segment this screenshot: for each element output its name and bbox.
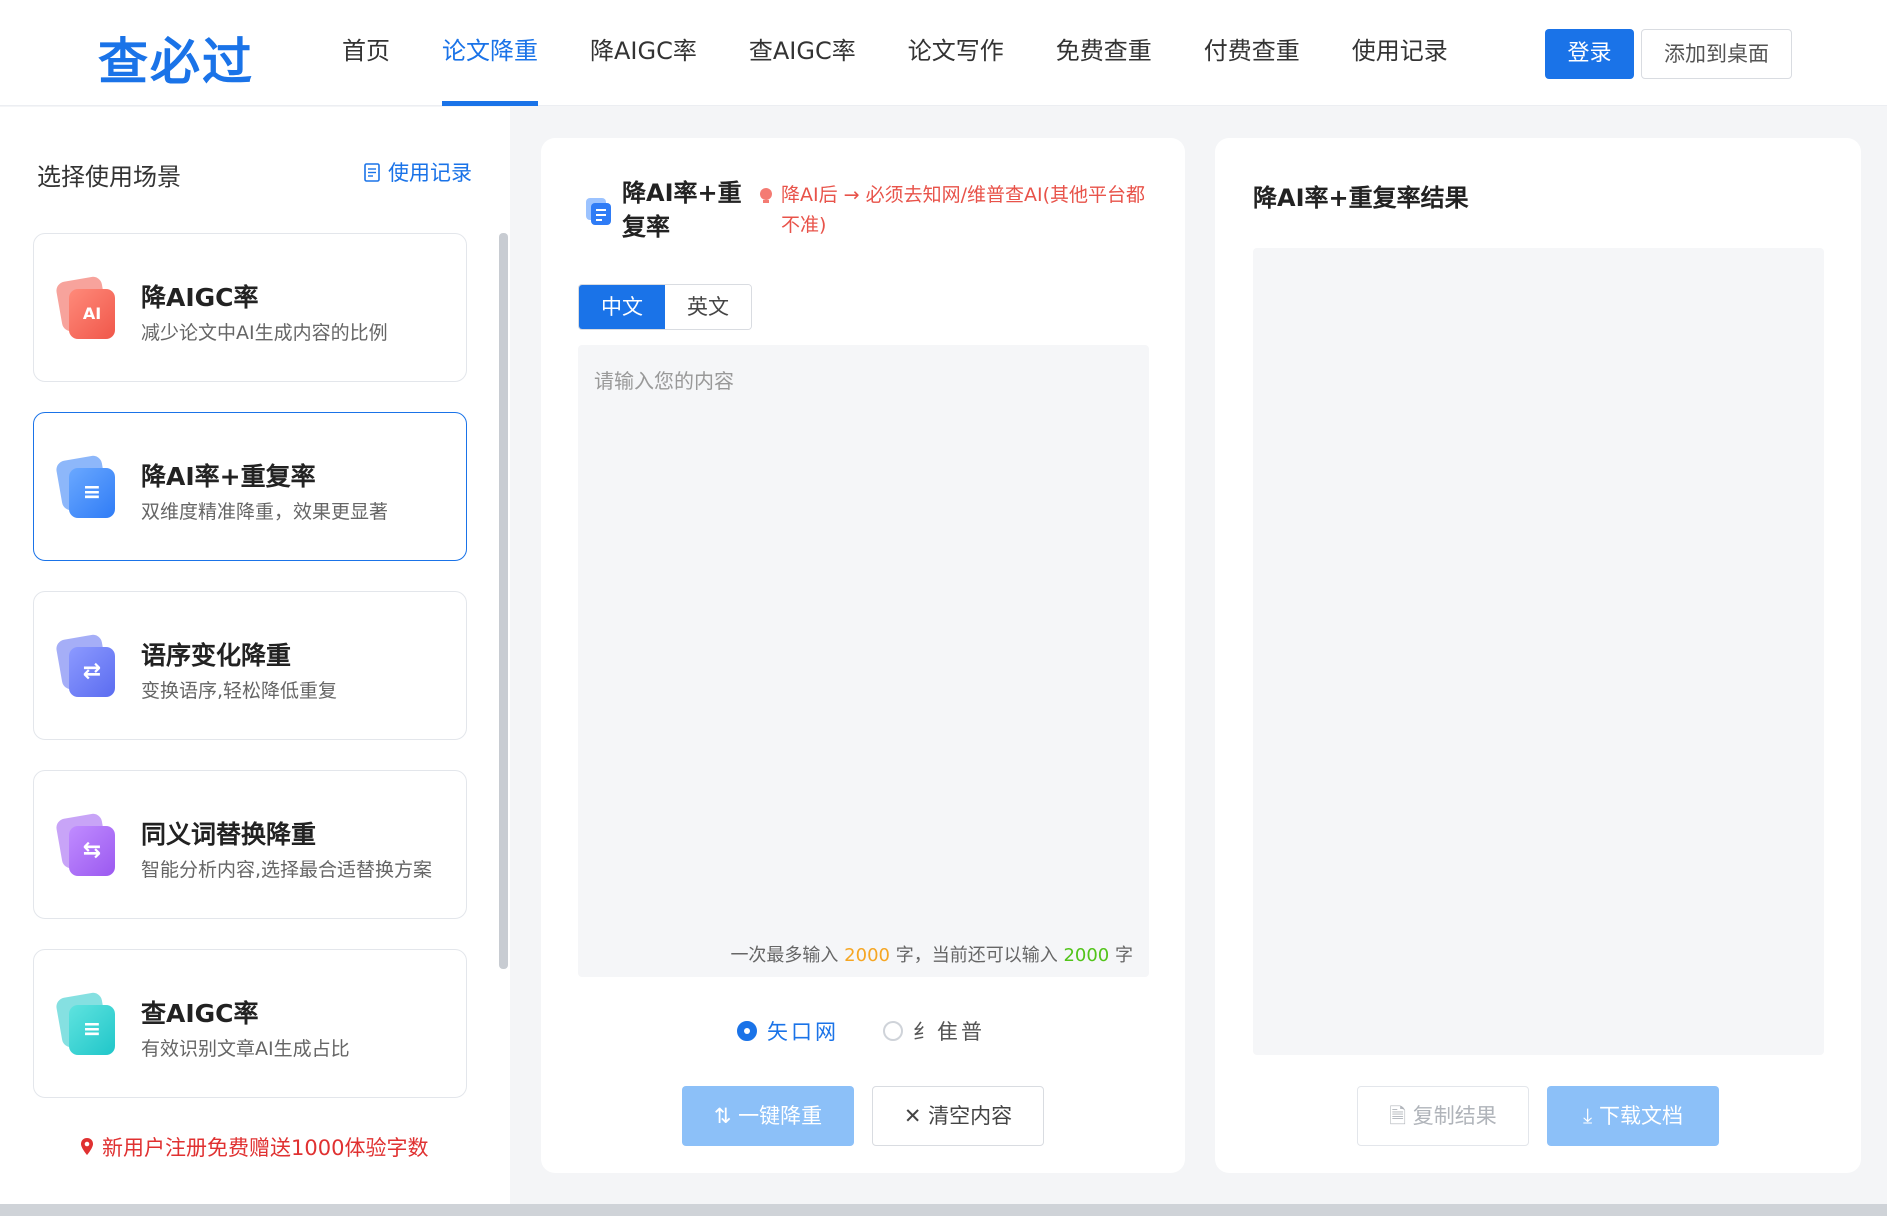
- horizontal-scrollbar[interactable]: [0, 1204, 1887, 1216]
- scene-desc: 变换语序,轻松降低重复: [141, 680, 338, 702]
- platform-radio-group: 矢口网 纟隹普: [737, 1016, 985, 1046]
- remaining-chars: 2000: [1063, 945, 1110, 966]
- radio-platform-2[interactable]: 纟隹普: [883, 1016, 985, 1046]
- top-header: 查必过 首页 论文降重 降AIGC率 查AIGC率 论文写作 免费查重 付费查重…: [0, 0, 1887, 106]
- radio-label: 纟隹普: [913, 1020, 985, 1044]
- site-logo[interactable]: 查必过: [98, 22, 254, 94]
- platform-notice: 降AI后 → 必须去知网/维普查AI(其他平台都不准): [759, 180, 1149, 240]
- scene-desc: 双维度精准降重，效果更显著: [141, 501, 389, 523]
- radio-platform-1[interactable]: 矢口网: [737, 1016, 839, 1046]
- scene-title: 语序变化降重: [141, 641, 292, 670]
- download-icon: ⤓: [1583, 1104, 1599, 1128]
- synonym-swap-icon: ⇆: [55, 812, 115, 876]
- input-placeholder: 请输入您的内容: [594, 369, 734, 393]
- pin-icon: [81, 1138, 93, 1155]
- editor-title: 降AI率+重复率: [622, 179, 742, 241]
- nav-home[interactable]: 首页: [316, 0, 416, 106]
- bulb-icon: [760, 188, 772, 203]
- radio-unchecked-icon: [883, 1021, 903, 1041]
- tab-chinese[interactable]: 中文: [579, 285, 665, 329]
- result-output[interactable]: [1253, 248, 1824, 1055]
- result-title: 降AI率+重复率结果: [1253, 184, 1469, 212]
- scene-card-word-order[interactable]: ⇄ 语序变化降重 变换语序,轻松降低重复: [33, 591, 467, 740]
- main-nav: 首页 论文降重 降AIGC率 查AIGC率 论文写作 免费查重 付费查重 使用记…: [316, 0, 1474, 106]
- char-counter: 一次最多输入 2000 字，当前还可以输入 2000 字: [730, 945, 1133, 966]
- scene-title: 同义词替换降重: [141, 820, 317, 849]
- nav-free-check[interactable]: 免费查重: [1030, 0, 1178, 106]
- close-icon: ✕: [903, 1104, 929, 1128]
- doc-lines-icon: [586, 198, 611, 225]
- detect-ai-icon: ≡: [55, 991, 115, 1055]
- nav-reduce-aigc[interactable]: 降AIGC率: [564, 0, 723, 106]
- nav-paid-check[interactable]: 付费查重: [1178, 0, 1326, 106]
- nav-check-aigc[interactable]: 查AIGC率: [723, 0, 882, 106]
- swap-vertical-icon: ⇅: [713, 1104, 739, 1128]
- scene-desc: 智能分析内容,选择最合适替换方案: [141, 859, 433, 881]
- nav-usage-history[interactable]: 使用记录: [1326, 0, 1474, 106]
- scene-card-synonym[interactable]: ⇆ 同义词替换降重 智能分析内容,选择最合适替换方案: [33, 770, 467, 919]
- nav-paper-writing[interactable]: 论文写作: [882, 0, 1030, 106]
- ai-doc-icon: AI: [55, 275, 115, 339]
- content-input[interactable]: 请输入您的内容 一次最多输入 2000 字，当前还可以输入 2000 字: [578, 345, 1149, 977]
- language-tabs: 中文 英文: [578, 284, 752, 330]
- notice-text: 降AI后 → 必须去知网/维普查AI(其他平台都不准): [781, 184, 1146, 236]
- scene-card-reduce-aigc[interactable]: AI 降AIGC率 减少论文中AI生成内容的比例: [33, 233, 467, 382]
- download-doc-button[interactable]: ⤓ 下载文档: [1547, 1086, 1719, 1146]
- scene-title: 降AI率+重复率: [141, 462, 316, 491]
- scene-title: 查AIGC率: [141, 999, 259, 1028]
- sidebar-title: 选择使用场景: [37, 163, 181, 191]
- scene-card-reduce-ai-and-dup[interactable]: ≡ 降AI率+重复率 双维度精准降重，效果更显著: [33, 412, 467, 561]
- max-chars: 2000: [844, 945, 890, 966]
- one-click-reduce-button[interactable]: ⇅ 一键降重: [682, 1086, 854, 1146]
- radio-checked-icon: [737, 1021, 757, 1041]
- history-link[interactable]: 使用记录: [364, 157, 472, 187]
- document-icon: 🗎: [1389, 1104, 1413, 1128]
- document-icon: [364, 162, 380, 182]
- scene-title: 降AIGC率: [141, 283, 259, 312]
- scene-card-check-aigc[interactable]: ≡ 查AIGC率 有效识别文章AI生成占比: [33, 949, 467, 1098]
- result-panel: 降AI率+重复率结果 🗎 复制结果 ⤓ 下载文档: [1215, 138, 1861, 1173]
- doc-lines-icon: ≡: [55, 454, 115, 518]
- scene-desc: 减少论文中AI生成内容的比例: [141, 322, 388, 344]
- promo-text: 新用户注册免费赠送1000体验字数: [102, 1136, 429, 1160]
- scene-sidebar: 选择使用场景 使用记录 AI 降AIGC率 减少论文中AI生成内容的比例 ≡ 降…: [0, 107, 510, 1208]
- login-button[interactable]: 登录: [1545, 29, 1634, 79]
- editor-panel: 降AI率+重复率 降AI后 → 必须去知网/维普查AI(其他平台都不准) 中文 …: [541, 138, 1185, 1173]
- swap-order-icon: ⇄: [55, 633, 115, 697]
- copy-result-button[interactable]: 🗎 复制结果: [1357, 1086, 1529, 1146]
- add-to-desktop-button[interactable]: 添加到桌面: [1641, 29, 1792, 79]
- radio-label: 矢口网: [767, 1020, 839, 1044]
- scene-desc: 有效识别文章AI生成占比: [141, 1038, 350, 1060]
- clear-content-button[interactable]: ✕ 清空内容: [872, 1086, 1044, 1146]
- nav-paper-reduce[interactable]: 论文降重: [416, 0, 564, 106]
- sidebar-scrollbar[interactable]: [499, 233, 508, 969]
- promo-banner: 新用户注册免费赠送1000体验字数: [80, 1132, 428, 1162]
- tab-english[interactable]: 英文: [665, 285, 751, 329]
- history-link-label: 使用记录: [388, 161, 472, 185]
